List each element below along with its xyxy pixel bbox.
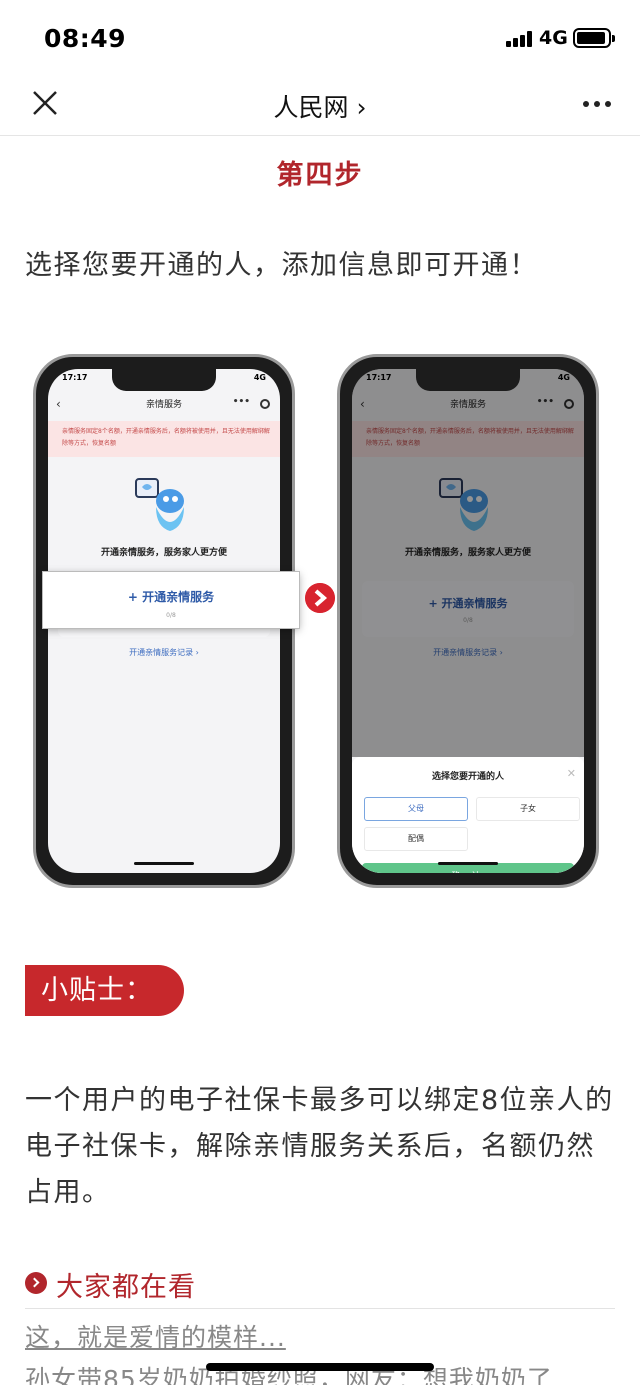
callout-count: 0/8: [166, 612, 176, 619]
related-heading: 大家都在看: [56, 1272, 196, 1303]
nav-title[interactable]: 人民网 ›: [0, 88, 640, 124]
status-time: 08:49: [44, 24, 127, 53]
mascot-icon: [135, 478, 184, 531]
battery-icon: [573, 28, 615, 48]
sheet-title: 选择您要开通的人: [431, 772, 504, 782]
instruction-text: 选择您要开通的人，添加信息即可开通！: [25, 250, 538, 281]
tip-badge: 小贴士：: [25, 965, 184, 1016]
highlighted-open-button: + 开通亲情服务 0/8: [43, 572, 299, 628]
phone-network: 4G: [253, 373, 266, 382]
option-parents: 父母: [364, 797, 468, 821]
close-icon: ✕: [566, 767, 576, 780]
network-label: 4G: [539, 27, 568, 49]
option-children: 子女: [476, 797, 580, 821]
option-spouse: 配偶: [364, 827, 468, 851]
arrow-right-icon: [305, 583, 335, 613]
signal-icon: [506, 31, 534, 47]
chevron-right-icon: [25, 1272, 47, 1294]
phone-notice: 亲情服务固定8个名额，开通亲情服务后，名额将被使用并，且无法使用解绑解除等方式，…: [48, 421, 280, 457]
home-indicator: [206, 1363, 434, 1371]
more-icon[interactable]: [582, 100, 612, 108]
step-heading: 第四步: [276, 160, 364, 191]
right-phone-mockup: 17:17 4G ‹ 亲情服务 ••• 亲情服务固定8个名额，开通亲情服务后，名…: [337, 354, 599, 888]
target-icon: [260, 399, 270, 409]
phone-time: 17:17: [62, 373, 88, 382]
nav-bar: 人民网 ›: [0, 72, 640, 136]
tip-text: 一个用户的电子社保卡最多可以绑定8位亲人的电子社保卡，解除亲情服务关系后，名额仍…: [25, 1085, 614, 1208]
service-record-link: 开通亲情服务记录 ›: [129, 648, 199, 657]
phone-slogan: 开通亲情服务，服务家人更方便: [100, 548, 227, 558]
related-link[interactable]: 这，就是爱情的模样...: [25, 1318, 625, 1354]
back-icon: ‹: [56, 397, 61, 411]
phone-header-title: 亲情服务: [145, 400, 182, 410]
instruction-illustration: 17:17 4G ‹ 亲情服务 ••• 亲情服务固定8个名额，开通亲情服务后，名…: [25, 338, 617, 904]
more-icon: •••: [232, 397, 250, 407]
modal-overlay: [352, 369, 584, 757]
callout-open-label: + 开通亲情服务: [127, 590, 215, 604]
status-bar: 08:49 4G: [0, 0, 640, 72]
phone-header: ‹ 亲情服务 •••: [48, 397, 280, 419]
divider: [25, 1308, 615, 1309]
select-person-sheet: 选择您要开通的人 ✕ 父母 子女 配偶 确 认: [352, 757, 584, 873]
